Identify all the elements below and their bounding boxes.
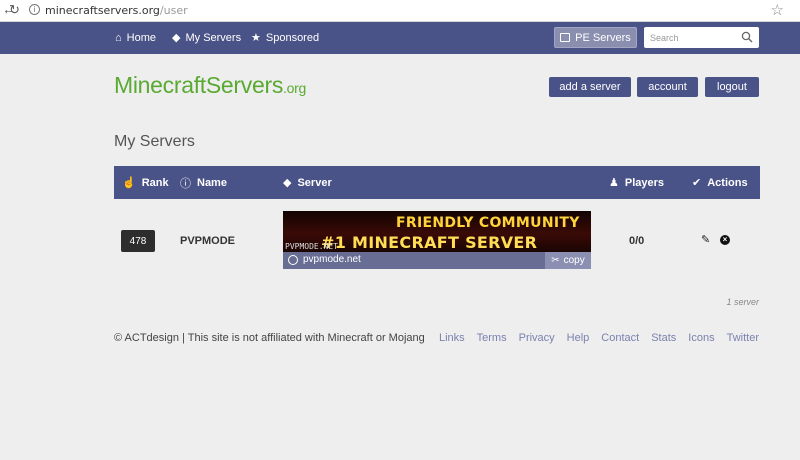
globe-icon — [288, 255, 298, 265]
site-logo[interactable]: MinecraftServers.org — [114, 72, 306, 99]
col-players-label: Players — [624, 176, 665, 189]
url-path: /user — [159, 4, 188, 17]
url-host: minecraftservers.org — [45, 4, 160, 17]
col-rank[interactable]: ☝ Rank — [122, 166, 169, 199]
pe-servers-label: PE Servers — [575, 31, 631, 44]
page-title: My Servers — [114, 133, 195, 150]
nav-home[interactable]: ⌂ Home — [115, 22, 156, 54]
footer-link-terms[interactable]: Terms — [477, 332, 507, 344]
nav-sponsored[interactable]: ★ Sponsored — [251, 22, 319, 54]
url-field[interactable]: minecraftservers.org/user — [45, 4, 188, 17]
reload-icon[interactable]: ↻ — [9, 2, 20, 18]
nav-my-servers[interactable]: ◆ My Servers — [172, 22, 241, 54]
nav-home-label: Home — [126, 32, 156, 44]
copy-ip-button[interactable]: ✂ copy — [545, 252, 591, 269]
layers-icon: ◆ — [172, 32, 181, 44]
thumbs-up-icon: ☝ — [122, 177, 136, 189]
layers-icon: ◆ — [283, 177, 292, 189]
col-name-label: Name — [197, 176, 227, 189]
nav-sponsored-label: Sponsored — [265, 32, 320, 44]
col-server[interactable]: ◆ Server — [283, 166, 332, 199]
logout-button[interactable]: logout — [705, 77, 759, 97]
players-count: 0/0 — [629, 235, 645, 247]
col-actions: ✔ Actions — [692, 166, 748, 199]
pe-servers-button[interactable]: PE Servers — [554, 27, 637, 48]
logo-tld: .org — [283, 80, 306, 96]
banner-line3: PVPMODE.NET — [285, 242, 338, 251]
col-rank-label: Rank — [141, 176, 169, 189]
footer-link-contact[interactable]: Contact — [601, 332, 639, 344]
info-icon[interactable]: i — [29, 4, 40, 15]
server-ip[interactable]: pvpmode.net — [303, 254, 361, 265]
search-icon[interactable] — [741, 31, 753, 43]
info-circle-icon: ⓘ — [180, 177, 191, 190]
server-count: 1 server — [726, 297, 759, 307]
star-icon: ★ — [251, 32, 261, 44]
table-header: ☝ Rank ⓘ Name ◆ Server ♟ Players ✔ Actio… — [114, 166, 760, 199]
copy-icon: ✂ — [551, 255, 560, 266]
copy-label: copy — [563, 255, 585, 266]
col-name[interactable]: ⓘ Name — [180, 166, 227, 199]
home-icon: ⌂ — [115, 32, 122, 44]
col-players[interactable]: ♟ Players — [609, 166, 664, 199]
footer-link-icons[interactable]: Icons — [688, 332, 714, 344]
footer-link-privacy[interactable]: Privacy — [519, 332, 555, 344]
server-banner[interactable]: FRIENDLY COMMUNITY #1 MINECRAFT SERVER P… — [283, 211, 591, 252]
bookmark-star-icon[interactable]: ☆ — [771, 1, 784, 19]
server-name[interactable]: PVPMODE — [180, 235, 235, 247]
logo-main: MinecraftServers — [114, 72, 284, 98]
users-icon: ♟ — [609, 177, 619, 189]
search-input[interactable] — [644, 27, 739, 48]
col-server-label: Server — [297, 176, 332, 189]
edit-pencil-icon[interactable]: ✎ — [701, 233, 710, 246]
add-server-button[interactable]: add a server — [549, 77, 631, 97]
col-actions-label: Actions — [707, 176, 748, 189]
top-nav: ⌂ Home ◆ My Servers ★ Sponsored PE Serve… — [0, 22, 800, 54]
server-ip-bar: pvpmode.net ✂ copy — [283, 252, 591, 269]
search-box — [644, 27, 759, 48]
footer-links: Links Terms Privacy Help Contact Stats I… — [439, 332, 759, 344]
delete-x-icon[interactable]: × — [720, 235, 730, 245]
footer-link-twitter[interactable]: Twitter — [727, 332, 759, 344]
footer-notice: © ACTdesign | This site is not affiliate… — [114, 332, 425, 344]
footer-link-links[interactable]: Links — [439, 332, 465, 344]
banner-line1: FRIENDLY COMMUNITY — [396, 215, 580, 231]
checkmark-icon: ✔ — [692, 177, 702, 189]
nav-my-servers-label: My Servers — [185, 32, 242, 44]
rank-badge: 478 — [121, 230, 155, 252]
pe-device-icon — [560, 33, 571, 42]
browser-address-bar: ← ↻ i minecraftservers.org/user ☆ — [0, 0, 800, 22]
banner-line2: #1 MINECRAFT SERVER — [321, 233, 538, 252]
footer-link-stats[interactable]: Stats — [651, 332, 676, 344]
footer-link-help[interactable]: Help — [567, 332, 590, 344]
account-button[interactable]: account — [637, 77, 698, 97]
